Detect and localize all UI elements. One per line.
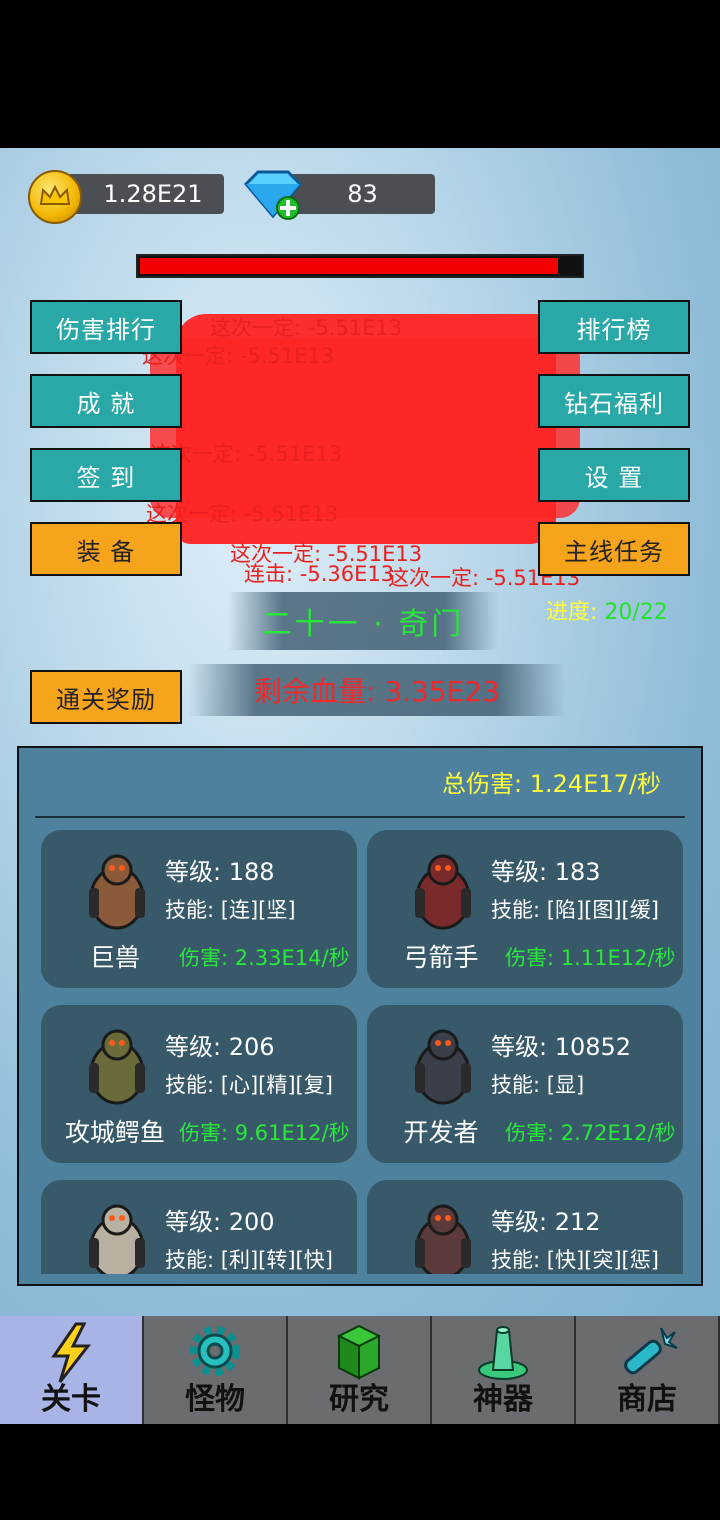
monster-skills: 技能: [利][转][快] <box>165 1248 333 1272</box>
monster-level: 等级: 188 <box>165 858 275 886</box>
bottom-nav: 关卡 怪物 研究 神器 商店 <box>0 1316 720 1424</box>
monster-card[interactable]: 等级: 200 技能: [利][转][快] <box>41 1180 357 1274</box>
monster-level: 等级: 10852 <box>491 1033 632 1061</box>
monster-panel: 总伤害: 1.24E17/秒 等级: 188 技能: [连][坚] 巨兽 伤害: 2.… <box>17 746 703 1286</box>
gear-icon <box>190 1326 240 1376</box>
monster-avatar-icon <box>415 1029 471 1105</box>
tab-monsters[interactable]: 怪物 <box>144 1316 288 1424</box>
monster-level: 等级: 200 <box>165 1208 275 1236</box>
tab-artifacts[interactable]: 神器 <box>432 1316 576 1424</box>
monster-card[interactable]: 等级: 183 技能: [陷][图][缓] 弓箭手 伤害: 1.11E12/秒 <box>367 830 683 988</box>
tab-label: 研究 <box>329 1382 389 1417</box>
diamond-welfare-button[interactable]: 钻石福利 <box>538 374 690 428</box>
artifact-icon <box>478 1326 528 1380</box>
monster-avatar-icon <box>89 1029 145 1105</box>
main-quest-button[interactable]: 主线任务 <box>538 522 690 576</box>
blocks-icon <box>336 1324 382 1380</box>
monster-card[interactable]: 等级: 212 技能: [快][突][惩] <box>367 1180 683 1274</box>
progress-label: 进度: <box>546 600 605 625</box>
tab-research[interactable]: 研究 <box>288 1316 432 1424</box>
game-screen: 1.28E21 83 这次一定: -5.51E13 这次一定: -5.51E13… <box>0 148 720 1316</box>
combo-popup: 连击: -5.36E13 <box>244 562 395 586</box>
progress-value: 20/22 <box>604 600 668 625</box>
monster-name: 弓箭手 <box>403 943 479 972</box>
damage-rank-button[interactable]: 伤害排行 <box>30 300 182 354</box>
total-damage: 总伤害: 1.24E17/秒 <box>442 770 661 798</box>
monster-card[interactable]: 等级: 188 技能: [连][坚] 巨兽 伤害: 2.33E14/秒 <box>41 830 357 988</box>
monster-level: 等级: 212 <box>491 1208 601 1236</box>
monster-level: 等级: 183 <box>491 858 601 886</box>
tab-shop[interactable]: 商店 <box>576 1316 720 1424</box>
gold-coin-icon <box>28 170 82 224</box>
monster-card[interactable]: 等级: 10852 技能: [显] 开发者 伤害: 2.72E12/秒 <box>367 1005 683 1163</box>
monster-list[interactable]: 等级: 188 技能: [连][坚] 巨兽 伤害: 2.33E14/秒 等级: 183 技… <box>19 818 701 1274</box>
monster-avatar-icon <box>89 1204 145 1274</box>
monster-skills: 技能: [连][坚] <box>165 898 296 922</box>
leaderboard-button[interactable]: 排行榜 <box>538 300 690 354</box>
boss-hp-fill <box>140 258 558 274</box>
monster-card[interactable]: 等级: 206 技能: [心][精][复] 攻城鳄鱼 伤害: 9.61E12/秒 <box>41 1005 357 1163</box>
tab-stages[interactable]: 关卡 <box>0 1316 144 1424</box>
diamond-amount: 83 <box>347 180 378 208</box>
equipment-button[interactable]: 装 备 <box>30 522 182 576</box>
monster-skills: 技能: [显] <box>491 1073 585 1097</box>
stage-title: 二十一 · 奇门 <box>228 592 498 650</box>
monster-damage: 伤害: 2.72E12/秒 <box>505 1121 676 1145</box>
monster-damage: 伤害: 1.11E12/秒 <box>505 946 676 970</box>
settings-button[interactable]: 设 置 <box>538 448 690 502</box>
monster-skills: 技能: [快][突][惩] <box>491 1248 659 1272</box>
monster-name: 巨兽 <box>89 943 140 972</box>
monster-level: 等级: 206 <box>165 1033 275 1061</box>
monster-skills: 技能: [陷][图][缓] <box>491 898 659 922</box>
monster-avatar-icon <box>415 854 471 930</box>
monster-name: 开发者 <box>403 1118 479 1147</box>
damage-popup: 这次一定: -5.51E13 <box>210 316 403 340</box>
stage-progress: 进度: 20/22 <box>546 594 668 626</box>
tab-label: 怪物 <box>185 1382 245 1417</box>
diamond-add-icon[interactable] <box>242 170 303 220</box>
monster-avatar-icon <box>415 1204 471 1274</box>
monster-damage: 伤害: 9.61E12/秒 <box>179 1121 350 1145</box>
monster-damage: 伤害: 2.33E14/秒 <box>179 946 350 970</box>
gold-counter: 1.28E21 <box>64 174 224 214</box>
monster-skills: 技能: [心][精][复] <box>165 1073 333 1097</box>
monster-avatar-icon <box>89 854 145 930</box>
clear-reward-button[interactable]: 通关奖励 <box>30 670 182 724</box>
tab-label: 商店 <box>617 1382 677 1417</box>
diamond-counter: 83 <box>290 174 435 214</box>
monster-name: 攻城鳄鱼 <box>64 1118 165 1147</box>
boss-hp-bar <box>136 254 584 278</box>
tab-label: 关卡 <box>41 1382 101 1417</box>
gold-amount: 1.28E21 <box>103 180 203 208</box>
boss-remaining-hp: 剩余血量: 3.35E23 <box>188 664 566 716</box>
achievements-button[interactable]: 成 就 <box>30 374 182 428</box>
tab-label: 神器 <box>473 1382 533 1417</box>
checkin-button[interactable]: 签 到 <box>30 448 182 502</box>
